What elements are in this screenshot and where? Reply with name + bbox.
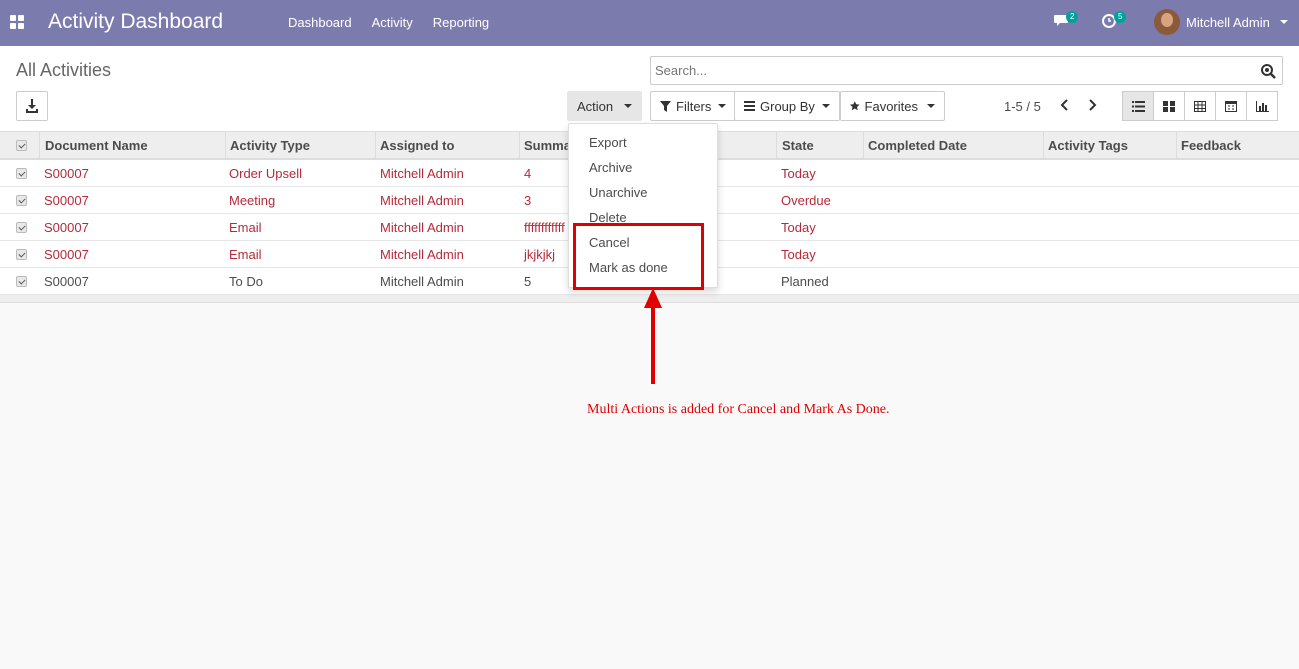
activity-type-cell: Email [229,247,262,262]
row-checkbox[interactable] [16,168,27,179]
state-cell: Today [781,220,816,235]
assigned-cell: Mitchell Admin [380,166,464,181]
document-cell: S00007 [44,220,89,235]
menu-item-unarchive[interactable]: Unarchive [589,185,648,200]
user-name: Mitchell Admin [1186,14,1270,30]
activity-menu[interactable]: 5 [1101,11,1127,31]
app-title: Activity Dashboard [48,10,224,33]
action-label: Action [577,98,614,114]
row-checkbox[interactable] [16,249,27,260]
chevron-right-icon[interactable] [1084,97,1100,113]
chevron-down-icon [821,104,830,108]
state-cell: Today [781,247,816,262]
document-cell: S00007 [44,166,89,181]
column-header-activity-tags[interactable]: Activity Tags [1048,138,1128,153]
column-header-document[interactable]: Document Name [45,138,148,153]
assigned-cell: Mitchell Admin [380,193,464,208]
summary-cell: 5 [524,274,532,289]
column-header-activity-type[interactable]: Activity Type [230,138,310,153]
filters-label: Filters [676,98,712,114]
column-header-state[interactable]: State [782,138,814,153]
activities-count-badge: 5 [1114,11,1127,23]
kanban-view-icon [1163,100,1175,112]
row-checkbox[interactable] [16,276,27,287]
messaging-menu[interactable]: 2 [1053,11,1079,31]
favorites-label: Favorites [864,98,918,114]
control-panel: All Activities Action Filters Group By F… [0,46,1299,132]
menu-item-archive[interactable]: Archive [589,160,632,175]
pivot-view-button[interactable] [1184,91,1216,121]
apps-menu-icon[interactable] [10,15,24,29]
bar-chart-icon [1255,100,1269,112]
assigned-cell: Mitchell Admin [380,247,464,262]
download-button[interactable] [16,91,48,121]
activity-type-cell: Meeting [229,193,276,208]
row-checkbox[interactable] [16,222,27,233]
summary-cell: 3 [524,193,532,208]
search-input[interactable] [655,57,1245,83]
assigned-cell: Mitchell Admin [380,274,464,289]
column-header-completed-date[interactable]: Completed Date [868,138,967,153]
document-cell: S00007 [44,274,89,289]
state-cell: Planned [781,274,829,289]
star-icon [850,101,860,111]
download-icon [26,99,38,113]
activity-type-cell: Order Upsell [229,166,302,181]
annotation-text: Multi Actions is added for Cancel and Ma… [587,402,890,417]
page-title: All Activities [16,60,112,80]
favorites-button[interactable]: Favorites [840,91,945,121]
arrow-up-icon [644,288,662,384]
pager-value[interactable]: 1-5 / 5 [1004,99,1041,114]
list-icon [744,101,755,111]
calendar-icon [1225,101,1237,112]
summary-cell: ffffffffffff [524,220,565,235]
kanban-view-button[interactable] [1153,91,1185,121]
menu-item-dashboard[interactable]: Dashboard [288,15,352,30]
document-cell: S00007 [44,193,89,208]
view-switcher [1122,91,1278,121]
menu-item-reporting[interactable]: Reporting [433,15,489,30]
list-view-button[interactable] [1122,91,1154,121]
groupby-label: Group By [760,98,815,114]
assigned-cell: Mitchell Admin [380,220,464,235]
menu-item-export[interactable]: Export [589,135,627,150]
search-bar[interactable] [650,56,1283,85]
user-menu[interactable]: Mitchell Admin [1154,9,1288,35]
column-header-feedback[interactable]: Feedback [1181,138,1241,153]
avatar [1154,9,1180,35]
summary-cell: jkjkjkj [524,247,556,262]
activity-type-cell: To Do [229,274,263,289]
column-header-assigned[interactable]: Assigned to [380,138,454,153]
summary-cell: 4 [524,166,532,181]
chevron-left-icon[interactable] [1057,97,1073,113]
main-menu: Dashboard Activity Reporting [288,15,489,30]
calendar-view-button[interactable] [1215,91,1247,121]
select-all-checkbox[interactable] [16,140,27,151]
document-cell: S00007 [44,247,89,262]
search-icon[interactable] [1260,63,1276,79]
highlight-box [573,223,704,290]
chevron-down-icon [624,104,633,108]
chevron-down-icon [1279,20,1288,24]
graph-view-button[interactable] [1246,91,1278,121]
row-checkbox[interactable] [16,195,27,206]
chevron-down-icon [718,104,727,108]
messages-count-badge: 2 [1066,11,1079,23]
state-cell: Overdue [781,193,831,208]
chevron-down-icon [927,104,935,108]
top-navbar: Activity Dashboard Dashboard Activity Re… [0,0,1299,46]
table-view-icon [1194,100,1206,112]
action-button[interactable]: Action [567,91,643,121]
filters-button[interactable]: Filters [650,91,737,121]
menu-item-activity[interactable]: Activity [372,15,413,30]
filter-icon [660,100,671,112]
list-view-icon [1131,100,1145,112]
groupby-button[interactable]: Group By [734,91,840,121]
activity-type-cell: Email [229,220,262,235]
state-cell: Today [781,166,816,181]
